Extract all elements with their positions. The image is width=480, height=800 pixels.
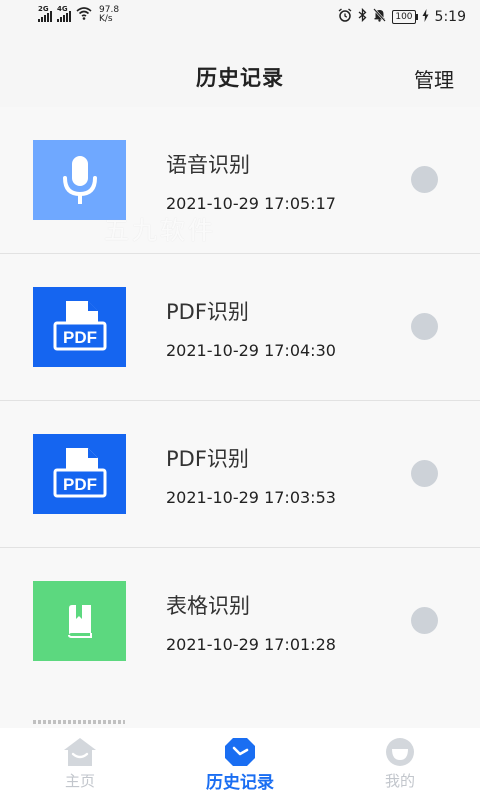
pdf-thumbnail: PDF [33,434,126,514]
watermark: 五九软件 [104,216,217,245]
tab-home[interactable]: 主页 [0,728,160,800]
net-speed: 97.8 K/s [99,6,119,24]
pdf-file-icon: PDF [53,301,106,351]
microphone-icon [62,156,97,204]
status-right: 100 5:19 [338,7,466,26]
history-item[interactable]: PDF PDF识别 2021-10-29 17:03:53 [0,401,480,548]
pdf-badge-text: PDF [63,475,97,494]
select-radio[interactable] [411,460,438,487]
history-list: 语音识别 2021-10-29 17:05:17 PDF PDF识别 2021-… [0,107,480,695]
charging-icon [422,8,429,26]
pdf-file-icon: PDF [53,448,106,498]
table-thumbnail [33,581,126,661]
page-title: 历史记录 [196,66,284,90]
history-page: 2G 4G 97.8 K/s 100 5:19 历史记录 管理 语音识别 202… [0,0,480,800]
bottom-tab-bar: 主页 历史记录 我的 [0,728,480,800]
wifi-icon [76,7,92,23]
tab-history-label: 历史记录 [206,773,274,793]
tab-home-label: 主页 [64,772,95,790]
item-title: 表格识别 [166,594,250,618]
status-bar: 2G 4G 97.8 K/s 100 5:19 [0,0,480,36]
item-timestamp: 2021-10-29 17:03:53 [166,488,336,507]
pdf-badge-text: PDF [63,328,97,347]
tab-profile[interactable]: 我的 [320,728,480,800]
item-timestamp: 2021-10-29 17:04:30 [166,341,336,360]
item-title: PDF识别 [166,300,249,324]
manage-button[interactable]: 管理 [414,64,454,93]
tab-profile-label: 我的 [384,772,415,790]
net-speed-unit: K/s [99,14,113,24]
clock-time: 5:19 [434,9,466,25]
tab-history[interactable]: 历史记录 [160,728,320,800]
pdf-thumbnail: PDF [33,287,126,367]
history-icon [225,738,255,766]
select-radio[interactable] [411,313,438,340]
book-icon [67,605,92,638]
partial-item-text [33,720,125,724]
signal-4g-label: 4G [57,5,68,13]
item-timestamp: 2021-10-29 17:01:28 [166,635,336,654]
select-radio[interactable] [411,166,438,193]
mute-bell-icon [373,8,387,26]
history-item[interactable]: 表格识别 2021-10-29 17:01:28 [0,548,480,695]
voice-thumbnail [33,140,126,220]
item-title: 语音识别 [166,153,250,177]
history-item[interactable]: PDF PDF识别 2021-10-29 17:04:30 [0,254,480,401]
signal-2g-icon: 2G [38,5,52,22]
select-radio[interactable] [411,607,438,634]
battery-icon: 100 [392,10,418,24]
signal-2g-label: 2G [38,5,49,13]
alarm-icon [338,8,352,26]
status-left: 2G 4G 97.8 K/s [38,5,119,24]
item-title: PDF识别 [166,447,249,471]
home-icon [64,738,96,766]
profile-icon [386,738,414,766]
history-item-partial [0,692,480,730]
history-item[interactable]: 语音识别 2021-10-29 17:05:17 [0,107,480,254]
signal-4g-icon: 4G [57,5,71,22]
bluetooth-icon [358,7,367,26]
